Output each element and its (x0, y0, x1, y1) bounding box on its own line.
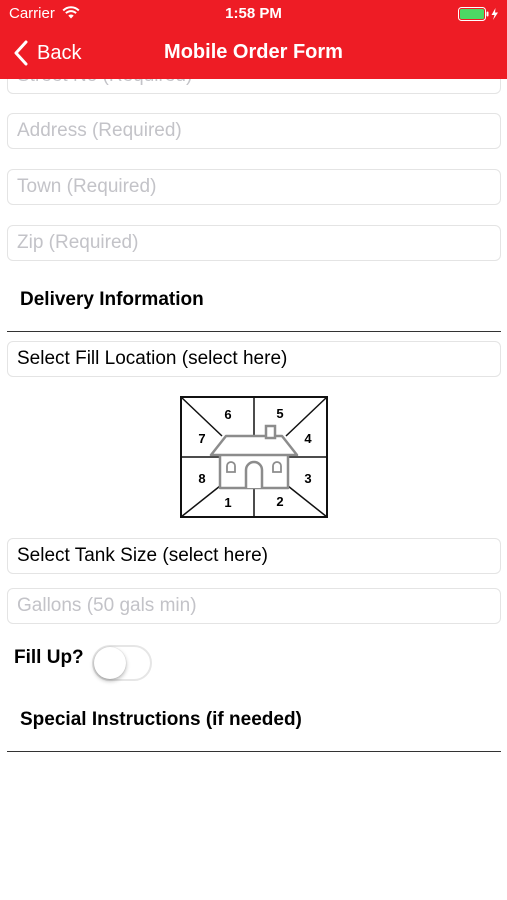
navigation-bar: Back Mobile Order Form (0, 30, 507, 76)
toggle-knob (94, 647, 126, 679)
zone-label-4[interactable]: 4 (304, 431, 312, 446)
street-no-field[interactable] (7, 79, 501, 94)
page-title: Mobile Order Form (164, 41, 343, 63)
delivery-information-heading: Delivery Information (20, 289, 204, 310)
fill-location-diagram[interactable]: 1 2 3 4 5 6 7 8 (180, 396, 328, 518)
special-instructions-heading: Special Instructions (if needed) (20, 709, 302, 730)
order-form: Delivery Information Select Fill Locatio… (0, 79, 507, 900)
zone-label-6[interactable]: 6 (224, 407, 231, 422)
town-field[interactable] (7, 169, 501, 205)
zone-label-7[interactable]: 7 (198, 431, 205, 446)
app-header: Carrier 1:58 PM Back Mobile Order Form (0, 0, 507, 79)
tank-size-select[interactable]: Select Tank Size (select here) (7, 538, 501, 574)
battery-charging-icon (458, 7, 498, 21)
address-field[interactable] (7, 113, 501, 149)
zone-label-3[interactable]: 3 (304, 471, 311, 486)
status-bar: Carrier 1:58 PM (0, 0, 507, 28)
special-instructions-divider (7, 751, 501, 752)
delivery-divider (7, 331, 501, 332)
fill-location-select[interactable]: Select Fill Location (select here) (7, 341, 501, 377)
zone-label-2[interactable]: 2 (276, 494, 283, 509)
fill-up-label: Fill Up? (14, 647, 84, 668)
zone-label-1[interactable]: 1 (224, 495, 231, 510)
zip-field[interactable] (7, 225, 501, 261)
gallons-field[interactable] (7, 588, 501, 624)
zone-label-8[interactable]: 8 (198, 471, 205, 486)
fill-up-toggle[interactable] (92, 645, 152, 681)
status-time: 1:58 PM (225, 5, 282, 22)
zone-label-5[interactable]: 5 (276, 406, 283, 421)
